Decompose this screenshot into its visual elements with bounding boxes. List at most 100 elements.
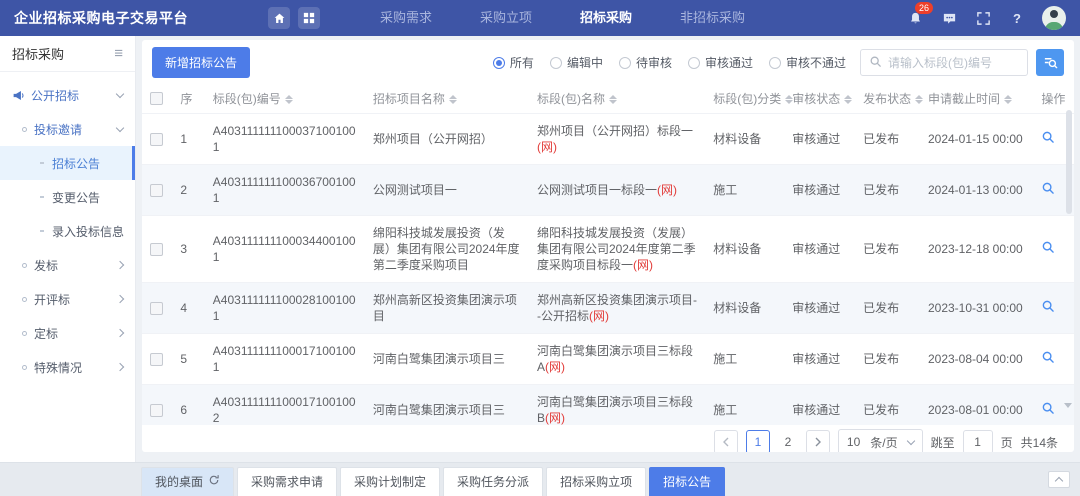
advanced-search-button[interactable] — [1036, 49, 1064, 76]
column-header-申请截止时间[interactable]: 申请截止时间 — [920, 84, 1033, 114]
sort-icon[interactable] — [844, 95, 852, 104]
avatar[interactable] — [1042, 6, 1066, 30]
bottom-tab-招标公告[interactable]: 招标公告 — [649, 467, 725, 496]
nav-item-招标采购[interactable]: 招标采购 — [580, 0, 632, 36]
tree-bullet-icon — [22, 263, 27, 268]
page-button-2[interactable]: 2 — [778, 435, 798, 449]
column-header-发布状态[interactable]: 发布状态 — [855, 84, 920, 114]
row-publish-status: 已发布 — [855, 385, 920, 426]
row-checkbox[interactable] — [150, 133, 163, 146]
column-header-审核状态[interactable]: 审核状态 — [784, 84, 855, 114]
view-icon[interactable] — [1041, 130, 1055, 144]
column-header-label: 标段(包)名称 — [537, 92, 605, 106]
row-category: 施工 — [705, 165, 784, 216]
row-checkbox-cell — [142, 334, 172, 385]
row-project-name: 郑州高新区投资集团演示项目 — [365, 283, 529, 334]
row-category: 施工 — [705, 334, 784, 385]
tree-bullet-icon — [40, 196, 44, 198]
row-checkbox[interactable] — [150, 404, 163, 417]
help-icon[interactable]: ? — [1008, 9, 1026, 27]
fullscreen-icon[interactable] — [974, 9, 992, 27]
bottom-tab-采购计划制定[interactable]: 采购计划制定 — [340, 467, 440, 496]
column-header-标段(包)名称[interactable]: 标段(包)名称 — [529, 84, 705, 114]
column-header-招标项目名称[interactable]: 招标项目名称 — [365, 84, 529, 114]
bottom-tab-bar: 我的桌面采购需求申请采购计划制定采购任务分派招标采购立项招标公告 — [0, 462, 1080, 496]
sidebar-item-定标[interactable]: 定标 — [0, 316, 135, 350]
page-button-1[interactable]: 1 — [746, 430, 770, 452]
search-input[interactable] — [888, 56, 1019, 70]
sidebar-item-变更公告[interactable]: 变更公告 — [0, 180, 135, 214]
bottom-tab-采购需求申请[interactable]: 采购需求申请 — [237, 467, 337, 496]
row-section-name: 河南白鹭集团演示项目三标段B(网) — [529, 385, 705, 426]
select-all-checkbox[interactable] — [150, 92, 163, 105]
sort-icon[interactable] — [1004, 95, 1012, 104]
filter-radio-所有[interactable]: 所有 — [493, 54, 534, 71]
row-deadline: 2024-01-13 00:00 — [920, 165, 1033, 216]
filter-radio-审核不通过[interactable]: 审核不通过 — [769, 54, 846, 71]
page-size-select[interactable]: 10 条/页 — [838, 429, 923, 452]
row-project-name: 河南白鹭集团演示项目三 — [365, 334, 529, 385]
column-header-标段(包)编号[interactable]: 标段(包)编号 — [205, 84, 365, 114]
home-icon[interactable] — [268, 7, 290, 29]
row-seq: 1 — [172, 114, 204, 165]
bottom-tab-招标采购立项[interactable]: 招标采购立项 — [546, 467, 646, 496]
row-deadline: 2023-10-31 00:00 — [920, 283, 1033, 334]
row-category: 材料设备 — [705, 283, 784, 334]
tree-bullet-icon — [22, 127, 27, 132]
sort-icon[interactable] — [449, 95, 457, 104]
sort-icon[interactable] — [609, 95, 617, 104]
row-checkbox[interactable] — [150, 243, 163, 256]
table-row: 2A4031111111000367001001公网测试项目一公网测试项目一标段… — [142, 165, 1074, 216]
scrollbar-down-arrow[interactable] — [1064, 403, 1072, 408]
row-checkbox[interactable] — [150, 302, 163, 315]
row-checkbox-cell — [142, 283, 172, 334]
sidebar-item-特殊情况[interactable]: 特殊情况 — [0, 350, 135, 384]
new-announcement-button[interactable]: 新增招标公告 — [152, 47, 250, 78]
chevron-down-icon — [116, 89, 124, 97]
sidebar-item-label: 开评标 — [34, 291, 117, 308]
column-header-label: 标段(包)分类 — [713, 92, 781, 106]
row-checkbox[interactable] — [150, 353, 163, 366]
select-all-checkbox-cell — [142, 84, 172, 114]
apps-grid-icon[interactable] — [298, 7, 320, 29]
view-icon[interactable] — [1041, 240, 1055, 254]
filter-radio-待审核[interactable]: 待审核 — [619, 54, 672, 71]
column-header-标段(包)分类[interactable]: 标段(包)分类 — [705, 84, 784, 114]
prev-page-button[interactable] — [714, 430, 738, 452]
collapse-tabs-button[interactable] — [1048, 471, 1070, 488]
view-icon[interactable] — [1041, 299, 1055, 313]
view-icon[interactable] — [1041, 401, 1055, 415]
next-page-button[interactable] — [806, 430, 830, 452]
row-publish-status: 已发布 — [855, 114, 920, 165]
bell-icon[interactable]: 26 — [906, 9, 924, 27]
table-scrollbar[interactable] — [1066, 110, 1072, 410]
sort-icon[interactable] — [285, 95, 293, 104]
chevron-down-icon — [906, 437, 914, 445]
row-audit-status: 审核通过 — [784, 216, 855, 283]
jump-page-input[interactable] — [963, 430, 993, 452]
nav-item-非招标采购[interactable]: 非招标采购 — [680, 0, 745, 36]
sidebar-item-录入投标信息[interactable]: 录入投标信息 — [0, 214, 135, 248]
bottom-tab-我的桌面[interactable]: 我的桌面 — [141, 467, 234, 496]
toolbar: 新增招标公告 所有编辑中待审核审核通过审核不通过 — [142, 40, 1074, 84]
sidebar-item-开评标[interactable]: 开评标 — [0, 282, 135, 316]
row-checkbox[interactable] — [150, 184, 163, 197]
view-icon[interactable] — [1041, 181, 1055, 195]
nav-item-采购需求[interactable]: 采购需求 — [380, 0, 432, 36]
content-area: 招标采购 ≡ 公开招标投标邀请招标公告变更公告录入投标信息发标开评标定标特殊情况… — [0, 36, 1080, 462]
sort-icon[interactable] — [915, 95, 923, 104]
sidebar-item-招标公告[interactable]: 招标公告 — [0, 146, 135, 180]
filter-radio-编辑中[interactable]: 编辑中 — [550, 54, 603, 71]
filter-radio-审核通过[interactable]: 审核通过 — [688, 54, 753, 71]
sidebar-item-投标邀请[interactable]: 投标邀请 — [0, 112, 135, 146]
sidebar-item-发标[interactable]: 发标 — [0, 248, 135, 282]
bottom-tab-采购任务分派[interactable]: 采购任务分派 — [443, 467, 543, 496]
menu-collapse-icon[interactable]: ≡ — [114, 45, 123, 62]
sidebar-item-公开招标[interactable]: 公开招标 — [0, 78, 135, 112]
chat-icon[interactable] — [940, 9, 958, 27]
tree-bullet-icon — [22, 297, 27, 302]
nav-item-采购立项[interactable]: 采购立项 — [480, 0, 532, 36]
refresh-icon[interactable] — [208, 468, 220, 496]
row-seq: 3 — [172, 216, 204, 283]
view-icon[interactable] — [1041, 350, 1055, 364]
